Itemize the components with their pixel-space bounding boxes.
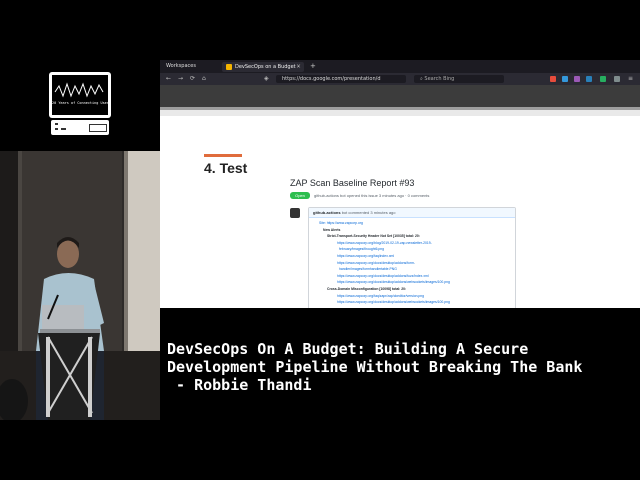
slides-toolbar <box>160 85 640 107</box>
comment-box: github-actions bot commented 3 minutes a… <box>308 207 516 308</box>
conference-logo: 20 Years of Connecting Users <box>49 72 111 136</box>
extension-icon[interactable] <box>574 76 580 82</box>
caption-line-3: - Robbie Thandi <box>167 376 312 394</box>
report-link[interactable]: https://www.zapcorp.org/faq/index.xml <box>337 254 394 258</box>
status-badge: Open <box>290 192 310 199</box>
tab-bar: Workspaces DevSecOps on a Budget - × + <box>160 60 640 73</box>
browser-window: Workspaces DevSecOps on a Budget - × + ←… <box>160 60 640 308</box>
comment-header: github-actions bot commented 3 minutes a… <box>309 208 515 218</box>
caption-line-2: Development Pipeline Without Breaking Th… <box>167 358 583 376</box>
zap-report-screenshot: ZAP Scan Baseline Report #93 Open github… <box>288 178 518 308</box>
new-tab-button[interactable]: + <box>310 62 316 70</box>
navigation-bar: ← → ⟳ ⌂ ◈ https://docs.google.com/presen… <box>160 73 640 85</box>
search-input[interactable]: ⌕ Search Bing <box>414 75 504 83</box>
report-link[interactable]: https://www.zapcorp.org/faq/zapr/zap/cke… <box>337 294 424 298</box>
waveform-icon <box>54 82 104 98</box>
slides-favicon-icon <box>226 64 232 70</box>
extension-icon[interactable] <box>550 76 556 82</box>
tab-google-slides[interactable]: DevSecOps on a Budget - × <box>222 62 304 72</box>
extension-icon[interactable] <box>562 76 568 82</box>
home-icon[interactable]: ⌂ <box>202 75 206 82</box>
report-heading: Strict-Transport-Security Header Not Set… <box>327 234 420 239</box>
comment-time: bot commented 3 minutes ago <box>341 210 396 215</box>
title-accent-line <box>204 154 242 157</box>
tab-title: DevSecOps on a Budget - <box>235 64 300 70</box>
speaker-scene-image <box>0 151 160 420</box>
report-link[interactable]: Site: https://www.zapcorp.org <box>319 221 363 225</box>
report-heading: Cross-Domain Misconfiguration [10098] to… <box>327 287 407 291</box>
comment-author: github-actions <box>313 210 341 215</box>
issue-meta: github-actions bot opened this issue 3 m… <box>314 193 430 198</box>
extension-icon[interactable] <box>600 76 606 82</box>
search-placeholder: Search Bing <box>424 76 455 82</box>
report-link[interactable]: https://www.zapcorp.org/blog/2019-02-19-… <box>337 241 432 245</box>
report-link[interactable]: https://www.zapcorp.org/docs/desktop/add… <box>337 280 450 284</box>
report-link[interactable]: https://www.zapcorp.org/docs/desktop/add… <box>337 261 415 265</box>
menu-icon[interactable]: ≡ <box>628 75 633 82</box>
workspaces-button[interactable]: Workspaces <box>166 63 196 69</box>
reload-icon[interactable]: ⟳ <box>190 75 195 82</box>
report-heading: New Alerts <box>323 227 341 232</box>
slide: 4. Test ZAP Scan Baseline Report #93 Ope… <box>160 116 640 308</box>
report-title: ZAP Scan Baseline Report #93 <box>290 178 415 188</box>
slide-title: 4. Test <box>204 160 248 176</box>
shield-icon[interactable]: ◈ <box>264 75 269 82</box>
logo-monitor: 20 Years of Connecting Users <box>49 72 111 118</box>
extension-icon[interactable] <box>586 76 592 82</box>
report-link[interactable]: https://www.zapcorp.org/docs/desktop/add… <box>337 274 429 278</box>
logo-text: 20 Years of Connecting Users <box>52 101 112 105</box>
report-link[interactable]: february/images/thought6.png <box>339 247 384 251</box>
speaker-camera-feed <box>0 151 160 420</box>
logo-computer-base <box>51 120 109 135</box>
caption-line-1: DevSecOps On A Budget: Building A Secure <box>167 340 529 358</box>
forward-icon[interactable]: → <box>178 75 183 82</box>
url-bar[interactable]: https://docs.google.com/presentation/d <box>276 75 406 83</box>
account-icon[interactable] <box>614 76 620 82</box>
report-link[interactable]: handler/images/formhandlertable.PNG <box>339 267 397 271</box>
talk-caption: DevSecOps On A Budget: Building A Secure… <box>167 340 582 394</box>
back-icon[interactable]: ← <box>166 75 171 82</box>
avatar <box>290 208 300 218</box>
close-tab-icon[interactable]: × <box>296 63 301 70</box>
report-link[interactable]: https://www.zapcorp.org/docs/desktop/add… <box>337 300 450 304</box>
